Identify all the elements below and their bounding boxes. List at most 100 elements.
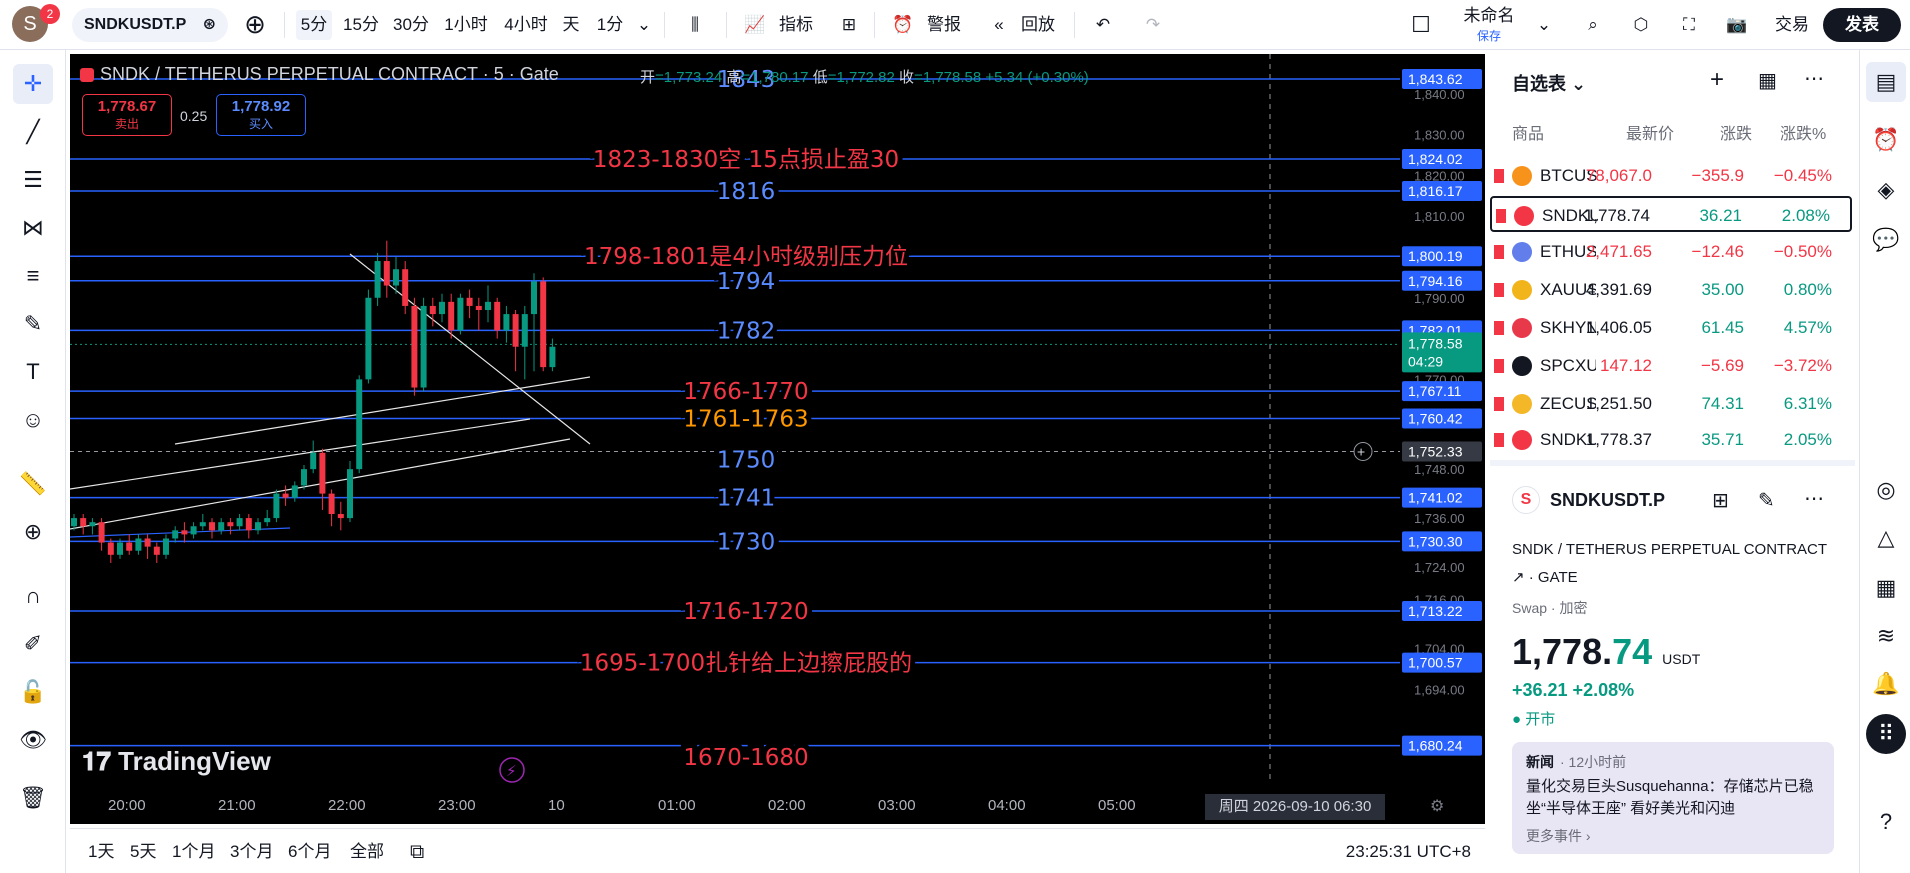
undo-icon[interactable]: ↶ [1088,10,1118,40]
replay-button[interactable]: 回放 [1016,10,1060,40]
trendline-icon[interactable]: ╱ [13,112,53,152]
watchlist-row[interactable]: SNDKU 1,778.74 36.21 2.08% [1490,196,1852,232]
trade-button[interactable]: 交易 [1772,10,1812,40]
layout-name[interactable]: 未命名 保存 [1454,6,1524,43]
flag-icon[interactable] [1494,283,1504,297]
grid-icon[interactable]: ⊞ [1712,488,1729,513]
quick-search-icon[interactable]: ⌕ [1576,10,1610,40]
watchlist-row[interactable]: SNDKU 1,778.37 35.71 2.05% [1490,422,1852,458]
compare-icon[interactable]: ⊛ [203,8,216,42]
trash-icon[interactable]: 🗑 [13,778,53,818]
lock-icon[interactable]: 🔓 [13,672,53,712]
col-symbol[interactable]: 商品 [1512,120,1544,144]
watchlist-row[interactable]: XAUUS 4,391.69 35.00 0.80% [1490,272,1852,308]
detail-symbol[interactable]: SNDKUSDT.P [1550,490,1665,511]
camera-icon[interactable]: 📷 [1720,10,1754,40]
flag-icon[interactable] [1494,245,1504,259]
range-1d[interactable]: 1天 [88,839,114,865]
horizontal-lines-icon[interactable]: ☰ [13,160,53,200]
table-view-icon[interactable]: ▦ [1758,68,1777,93]
clock[interactable]: 23:25:31 UTC+8 [1346,839,1471,865]
emoji-icon[interactable]: ☺ [13,400,53,440]
alert-icon[interactable]: ⏰ [888,10,918,40]
watchlist-row[interactable]: SKHYN 1,406.05 61.45 4.57% [1490,310,1852,346]
templates-icon[interactable]: ⊞ [834,10,864,40]
range-3m[interactable]: 3个月 [230,839,273,865]
zoom-in-icon[interactable]: ⊕ [13,512,53,552]
candle-style-icon[interactable]: ⫼ [680,10,710,40]
publish-button[interactable]: 发表 [1823,8,1901,42]
sell-button[interactable]: 1,778.67 卖出 [82,94,172,136]
ideas-icon[interactable]: △ [1866,518,1906,558]
flag-icon[interactable] [1496,209,1506,223]
indicators-button[interactable]: 指标 [774,10,818,40]
more-icon[interactable]: ⋯ [1804,486,1824,511]
fullscreen-icon[interactable]: ⛶ [1672,10,1706,40]
eye-icon[interactable]: 👁 [13,720,53,760]
news-headline[interactable]: 量化交易巨头Susquehanna：存储芯片已稳坐“半导体王座” 看好美光和闪迪 [1526,776,1826,820]
range-5d[interactable]: 5天 [130,839,156,865]
crosshair-icon[interactable]: ✛ [13,64,53,104]
range-1m[interactable]: 1个月 [172,839,215,865]
flag-icon[interactable] [1494,359,1504,373]
magnet-icon[interactable]: ∩ [13,576,53,616]
settings-icon[interactable]: ⬡ [1624,10,1658,40]
flag-icon[interactable] [1494,433,1504,447]
range-6m[interactable]: 6个月 [288,839,331,865]
add-symbol-icon[interactable]: ⊕ [240,10,270,40]
calendar-icon[interactable]: ▦ [1866,568,1906,608]
watchlist-row[interactable]: BTCUS 78,067.0 −355.9 −0.45% [1490,158,1852,194]
pattern-icon[interactable]: ⋈ [13,208,53,248]
redo-icon[interactable]: ↷ [1138,10,1168,40]
interval-1h[interactable]: 1小时 [440,10,492,40]
lock-drawing-icon[interactable]: ✐ [13,624,53,664]
flag-icon[interactable] [1494,169,1504,183]
layers-icon[interactable]: ◈ [1866,170,1906,210]
col-chg-pct[interactable]: 涨跌% [1780,120,1826,144]
more-icon[interactable]: ⋯ [1804,66,1824,91]
news-more-link[interactable]: 更多事件 › [1526,826,1591,846]
brush-icon[interactable]: ✎ [13,304,53,344]
chevron-down-icon[interactable]: ⌄ [634,10,654,40]
target-icon[interactable]: ◎ [1866,470,1906,510]
interval-4h[interactable]: 4小时 [500,10,552,40]
col-chg[interactable]: 涨跌 [1720,120,1752,144]
text-icon[interactable]: T [13,352,53,392]
replay-icon[interactable]: « [984,10,1014,40]
add-icon[interactable]: + [1710,66,1724,94]
date-range-icon[interactable]: ⧉ [410,839,424,865]
interval-5m[interactable]: 5分 [296,10,332,40]
stream-icon[interactable]: ≋ [1866,616,1906,656]
interval-15m[interactable]: 15分 [340,10,382,40]
interval-1d[interactable]: 天 [558,10,584,40]
price-chart[interactable]: 1,840.001,830.001,820.001,810.001,800.00… [70,54,1485,824]
buy-button[interactable]: 1,778.92 买入 [216,94,306,136]
symbol-search-button[interactable]: SNDKUSDT.P ⊛ [72,8,228,42]
alarm-icon[interactable]: ⏰ [1866,120,1906,160]
interval-30m[interactable]: 30分 [390,10,432,40]
flag-icon[interactable] [1494,321,1504,335]
interval-1m[interactable]: 1分 [592,10,628,40]
watchlist-title[interactable]: 自选表 ⌄ [1512,70,1586,96]
alert-button[interactable]: 警报 [922,10,966,40]
watchlist-icon[interactable]: ▤ [1866,62,1906,102]
help-icon[interactable]: ? [1866,802,1906,842]
col-last[interactable]: 最新价 [1626,120,1674,144]
chart-canvas[interactable]: 1,840.001,830.001,820.001,810.001,800.00… [70,54,1485,824]
watchlist-row[interactable]: SPCXU 147.12 −5.69 −3.72% [1490,348,1852,384]
indicators-icon[interactable]: 📈 [740,10,770,40]
watchlist-row[interactable]: ZECUS 1,251.50 74.31 6.31% [1490,386,1852,422]
news-card[interactable]: 新闻 · 12小时前 量化交易巨头Susquehanna：存储芯片已稳坐“半导体王… [1512,742,1834,854]
layout-checkbox-icon[interactable]: ☐ [1406,10,1436,40]
watchlist-row[interactable]: ETHUS 2,471.65 −12.46 −0.50% [1490,234,1852,270]
chat-icon[interactable]: 💬 [1866,220,1906,260]
level-annotation: 1716-1720 [683,599,808,625]
chevron-down-icon[interactable]: ⌄ [1534,10,1554,40]
edit-icon[interactable]: ✎ [1758,488,1775,513]
bell-icon[interactable]: 🔔 [1866,664,1906,704]
range-all[interactable]: 全部 [350,839,384,865]
ruler-icon[interactable]: 📏 [13,464,53,504]
apps-icon[interactable]: ⠿ [1866,714,1906,754]
flag-icon[interactable] [1494,397,1504,411]
fib-icon[interactable]: ≡ [13,256,53,296]
